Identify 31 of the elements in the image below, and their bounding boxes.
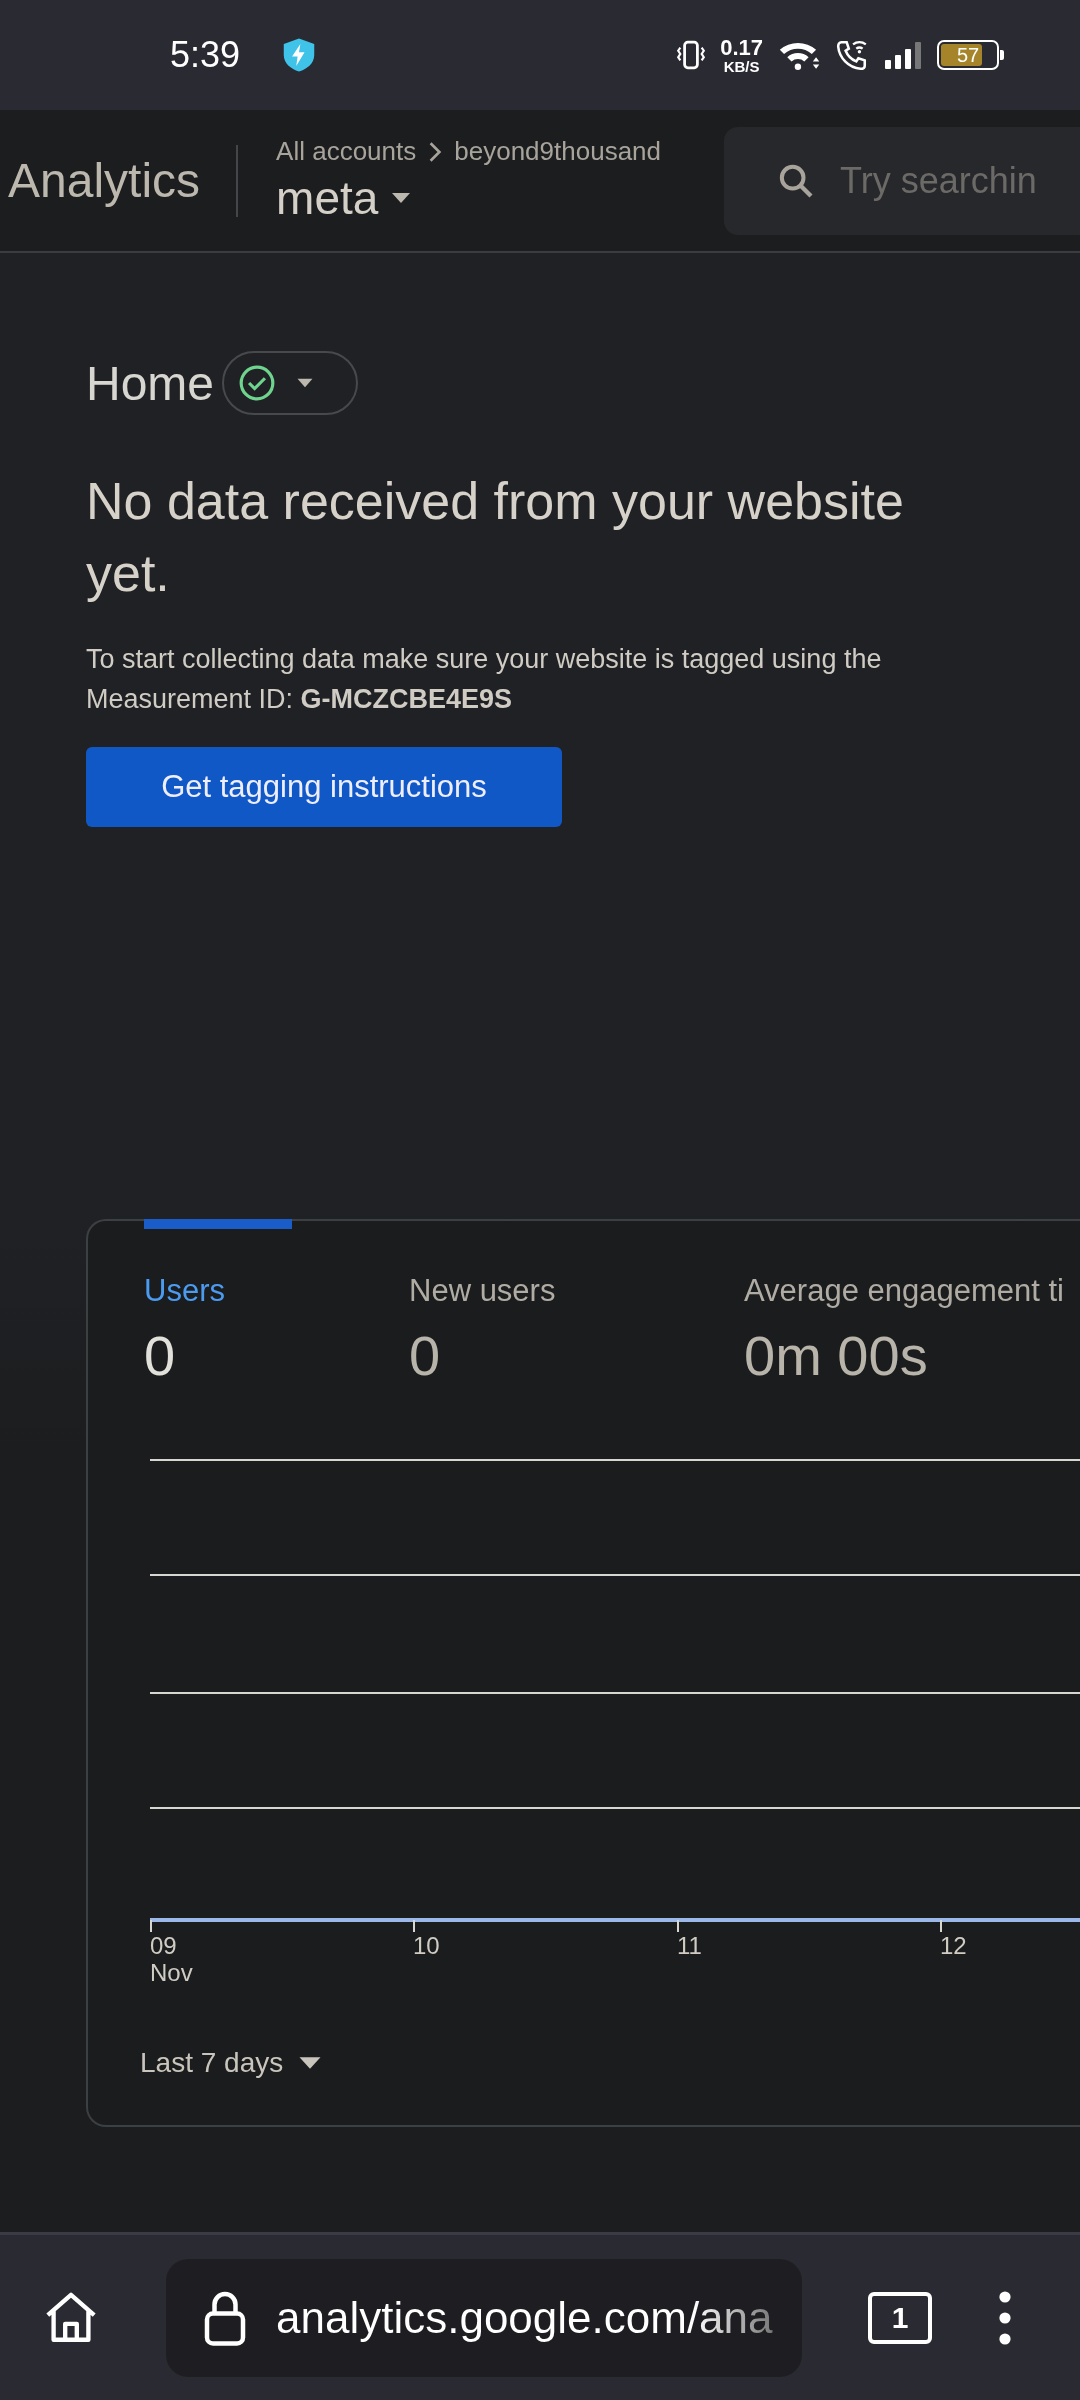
metric-tab[interactable]: Users 0: [140, 1221, 405, 1388]
axis-label: 12: [940, 1932, 967, 1959]
network-speed: 0.17: [720, 36, 763, 59]
setup-instructions: To start collecting data make sure your website is tagged using the Measurement ID: G-MCZCBE4E9S: [86, 643, 883, 716]
check-circle-icon: [238, 364, 277, 402]
metric-tab[interactable]: Average engagement ti 0m 00s: [740, 1221, 1064, 1388]
empty-state-heading: No data received from your website yet.: [86, 471, 905, 604]
breadcrumb-link[interactable]: All accounts: [276, 136, 417, 167]
breadcrumb-link[interactable]: beyond9thousand: [454, 136, 661, 167]
speed-unit: KB/S: [723, 58, 760, 74]
caret-icon: [296, 378, 315, 388]
status-dropdown[interactable]: [222, 351, 359, 415]
shield-icon: [282, 37, 317, 73]
clock: 5:39: [170, 34, 241, 76]
page-title: Home: [86, 355, 215, 411]
more-icon[interactable]: [998, 2289, 1012, 2346]
address-bar[interactable]: analytics.google.com/ana: [166, 2258, 802, 2377]
axis-label: 10: [413, 1932, 440, 1959]
tab-switcher-button[interactable]: 1: [868, 2291, 932, 2344]
axis-label: 11: [677, 1932, 702, 1959]
caret-icon: [390, 192, 413, 204]
signal-icon: [883, 40, 923, 70]
property-selector[interactable]: meta: [276, 171, 661, 225]
date-range-dropdown[interactable]: Last 7 days: [140, 2047, 324, 2079]
metric-tab[interactable]: New users 0: [405, 1221, 740, 1388]
wifi-call-icon: [835, 38, 869, 72]
product-name: Analytics: [8, 153, 201, 208]
tagging-instructions-button[interactable]: Get tagging instructions: [86, 747, 562, 827]
vibrate-icon: [676, 39, 707, 71]
chevron-right-icon: [428, 140, 443, 163]
axis-label: 09 Nov: [150, 1932, 193, 1986]
